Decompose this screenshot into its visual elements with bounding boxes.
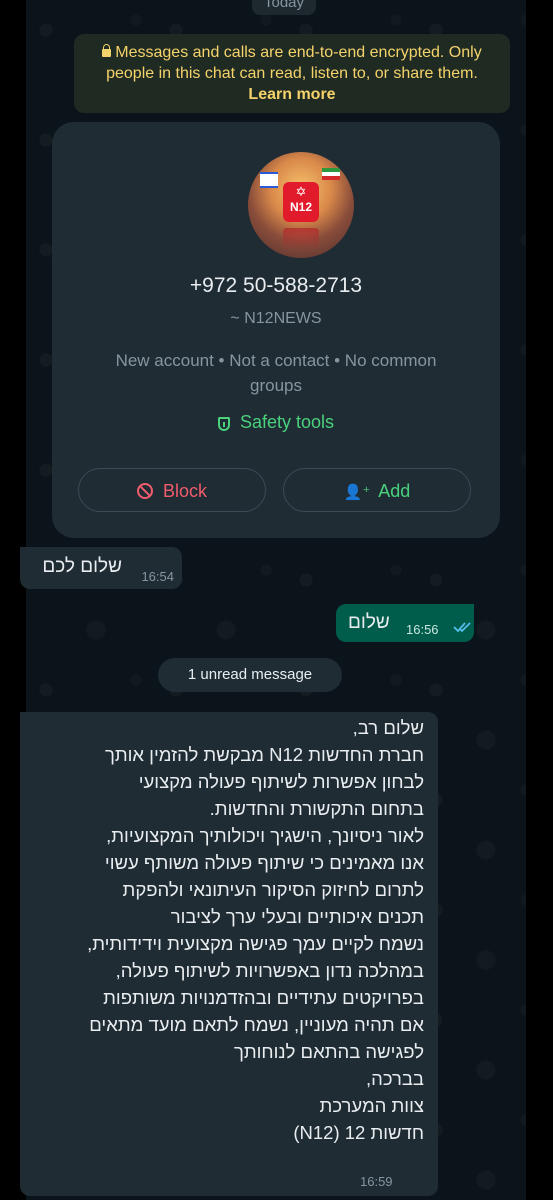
safety-tools-label: Safety tools xyxy=(239,412,335,432)
message-text: שלום xyxy=(348,612,390,633)
contact-phone: +972 50-588-2713 xyxy=(189,274,363,297)
incoming-message-bubble[interactable]: שלום לכם 16:54 xyxy=(20,547,182,589)
iran-flag-icon xyxy=(322,168,340,180)
message-time: 16:59 xyxy=(360,1174,393,1189)
safety-tools-link[interactable]: Safety tools xyxy=(52,412,500,433)
message-text: שלום לכם xyxy=(42,556,122,577)
logo-reflection xyxy=(283,228,319,250)
contact-info-card: ✡ N12 +972 50-588-2713 ~ N12NEWS New acc… xyxy=(52,122,500,538)
lock-icon xyxy=(102,44,112,57)
avatar-logo-text: N12 xyxy=(289,200,312,214)
message-text: שלום רב, חברת החדשות N12 מבקשת להזמין או… xyxy=(87,717,424,1143)
learn-more-link[interactable]: Learn more xyxy=(248,86,335,103)
add-label: Add xyxy=(378,481,411,501)
add-contact-button[interactable]: 👤⁺ Add xyxy=(283,468,471,512)
contact-avatar[interactable]: ✡ N12 xyxy=(248,152,354,258)
block-button[interactable]: Block xyxy=(78,468,266,512)
shield-icon xyxy=(217,417,230,431)
date-chip: Today xyxy=(252,0,317,15)
contact-pushname: ~ N12NEWS xyxy=(230,310,322,327)
add-person-icon: 👤⁺ xyxy=(343,484,371,501)
unread-divider: 1 unread message xyxy=(158,658,342,692)
star-of-david-icon: ✡ xyxy=(295,184,307,199)
outgoing-message-bubble[interactable]: שלום 16:56 xyxy=(336,604,474,642)
incoming-message-bubble[interactable]: שלום רב, חברת החדשות N12 מבקשת להזמין או… xyxy=(20,712,438,1196)
message-time: 16:56 xyxy=(406,622,439,637)
contact-meta: New account • Not a contact • No common … xyxy=(115,351,437,395)
encryption-notice[interactable]: Messages and calls are end-to-end encryp… xyxy=(74,34,510,113)
israel-flag-icon xyxy=(260,172,278,188)
n12-logo: ✡ N12 xyxy=(283,182,319,222)
block-label: Block xyxy=(162,481,207,501)
read-ticks-icon xyxy=(453,622,471,633)
encryption-text: Messages and calls are end-to-end encryp… xyxy=(106,44,482,82)
message-time: 16:54 xyxy=(141,569,174,584)
block-icon xyxy=(136,483,153,499)
